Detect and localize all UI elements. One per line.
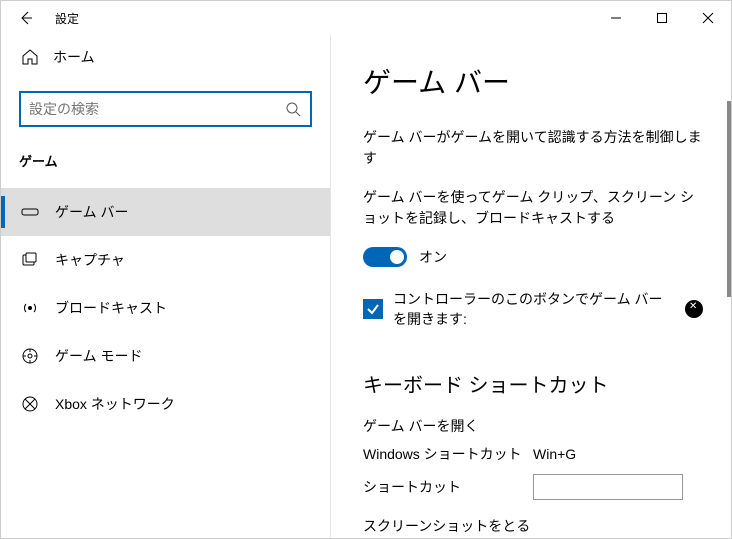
content: ホーム ゲーム ゲーム バー キャプチャ ブロードキャスト — [1, 35, 731, 538]
toggle-label: オン — [419, 247, 447, 267]
shortcut-custom-label: ショートカット — [363, 477, 533, 497]
minimize-button[interactable] — [593, 1, 639, 35]
sidebar-item-label: ゲーム モード — [55, 346, 142, 366]
shortcut-custom-input[interactable] — [533, 474, 683, 500]
sidebar-item-label: Xbox ネットワーク — [55, 394, 175, 414]
minimize-icon — [607, 9, 625, 27]
sidebar-item-broadcast[interactable]: ブロードキャスト — [1, 284, 330, 332]
search-icon — [284, 100, 302, 118]
shortcut-group-open-gamebar: ゲーム バーを開く Windows ショートカット Win+G ショートカット — [363, 416, 703, 500]
toggle-description: ゲーム バーを使ってゲーム クリップ、スクリーン ショットを記録し、ブロードキャ… — [363, 187, 703, 229]
sidebar-item-label: キャプチャ — [55, 250, 125, 270]
sidebar-home[interactable]: ホーム — [1, 35, 330, 77]
arrow-left-icon — [17, 9, 35, 27]
checkbox-row: コントローラーのこのボタンでゲーム バーを開きます: — [363, 289, 703, 329]
sidebar-home-label: ホーム — [53, 47, 95, 67]
shortcut-group-title: スクリーンショットをとる — [363, 516, 703, 536]
checkbox-label: コントローラーのこのボタンでゲーム バーを開きます: — [393, 289, 675, 329]
shortcut-row: ショートカット — [363, 474, 703, 500]
shortcut-windows-value: Win+G — [533, 446, 576, 462]
capture-icon — [21, 251, 39, 269]
main-panel: ゲーム バー ゲーム バーがゲームを開いて認識する方法を制御します ゲーム バー… — [331, 35, 731, 538]
close-icon — [699, 9, 717, 27]
broadcast-icon — [21, 299, 39, 317]
maximize-button[interactable] — [639, 1, 685, 35]
page-heading: ゲーム バー — [363, 61, 703, 101]
window-controls — [593, 1, 731, 35]
titlebar: 設定 — [1, 1, 731, 35]
intro-text: ゲーム バーがゲームを開いて認識する方法を制御します — [363, 127, 703, 169]
sidebar-item-label: ブロードキャスト — [55, 298, 167, 318]
game-mode-icon — [21, 347, 39, 365]
maximize-icon — [653, 9, 671, 27]
toggle-row: オン — [363, 247, 703, 267]
shortcut-windows-label: Windows ショートカット — [363, 444, 533, 464]
home-icon — [21, 48, 39, 66]
search-input[interactable] — [29, 101, 284, 117]
scrollbar[interactable] — [727, 101, 731, 297]
sidebar: ホーム ゲーム ゲーム バー キャプチャ ブロードキャスト — [1, 35, 331, 538]
shortcut-group-screenshot: スクリーンショットをとる Windows ショートカット Win+Alt+Prt… — [363, 516, 703, 538]
xbox-network-icon — [21, 395, 39, 413]
sidebar-section-label: ゲーム — [1, 145, 330, 188]
close-button[interactable] — [685, 1, 731, 35]
sidebar-item-game-bar[interactable]: ゲーム バー — [1, 188, 330, 236]
controller-checkbox[interactable] — [363, 299, 383, 319]
search-box[interactable] — [19, 91, 312, 127]
sidebar-item-capture[interactable]: キャプチャ — [1, 236, 330, 284]
window-title: 設定 — [55, 10, 79, 27]
game-bar-toggle[interactable] — [363, 247, 407, 267]
sidebar-item-label: ゲーム バー — [55, 202, 128, 222]
xbox-icon — [685, 300, 703, 318]
shortcut-group-title: ゲーム バーを開く — [363, 416, 703, 436]
game-bar-icon — [21, 203, 39, 221]
sidebar-item-xbox-network[interactable]: Xbox ネットワーク — [1, 380, 330, 428]
back-button[interactable] — [1, 1, 51, 35]
shortcuts-heading: キーボード ショートカット — [363, 369, 703, 398]
sidebar-item-game-mode[interactable]: ゲーム モード — [1, 332, 330, 380]
shortcut-row: Windows ショートカット Win+G — [363, 444, 703, 464]
